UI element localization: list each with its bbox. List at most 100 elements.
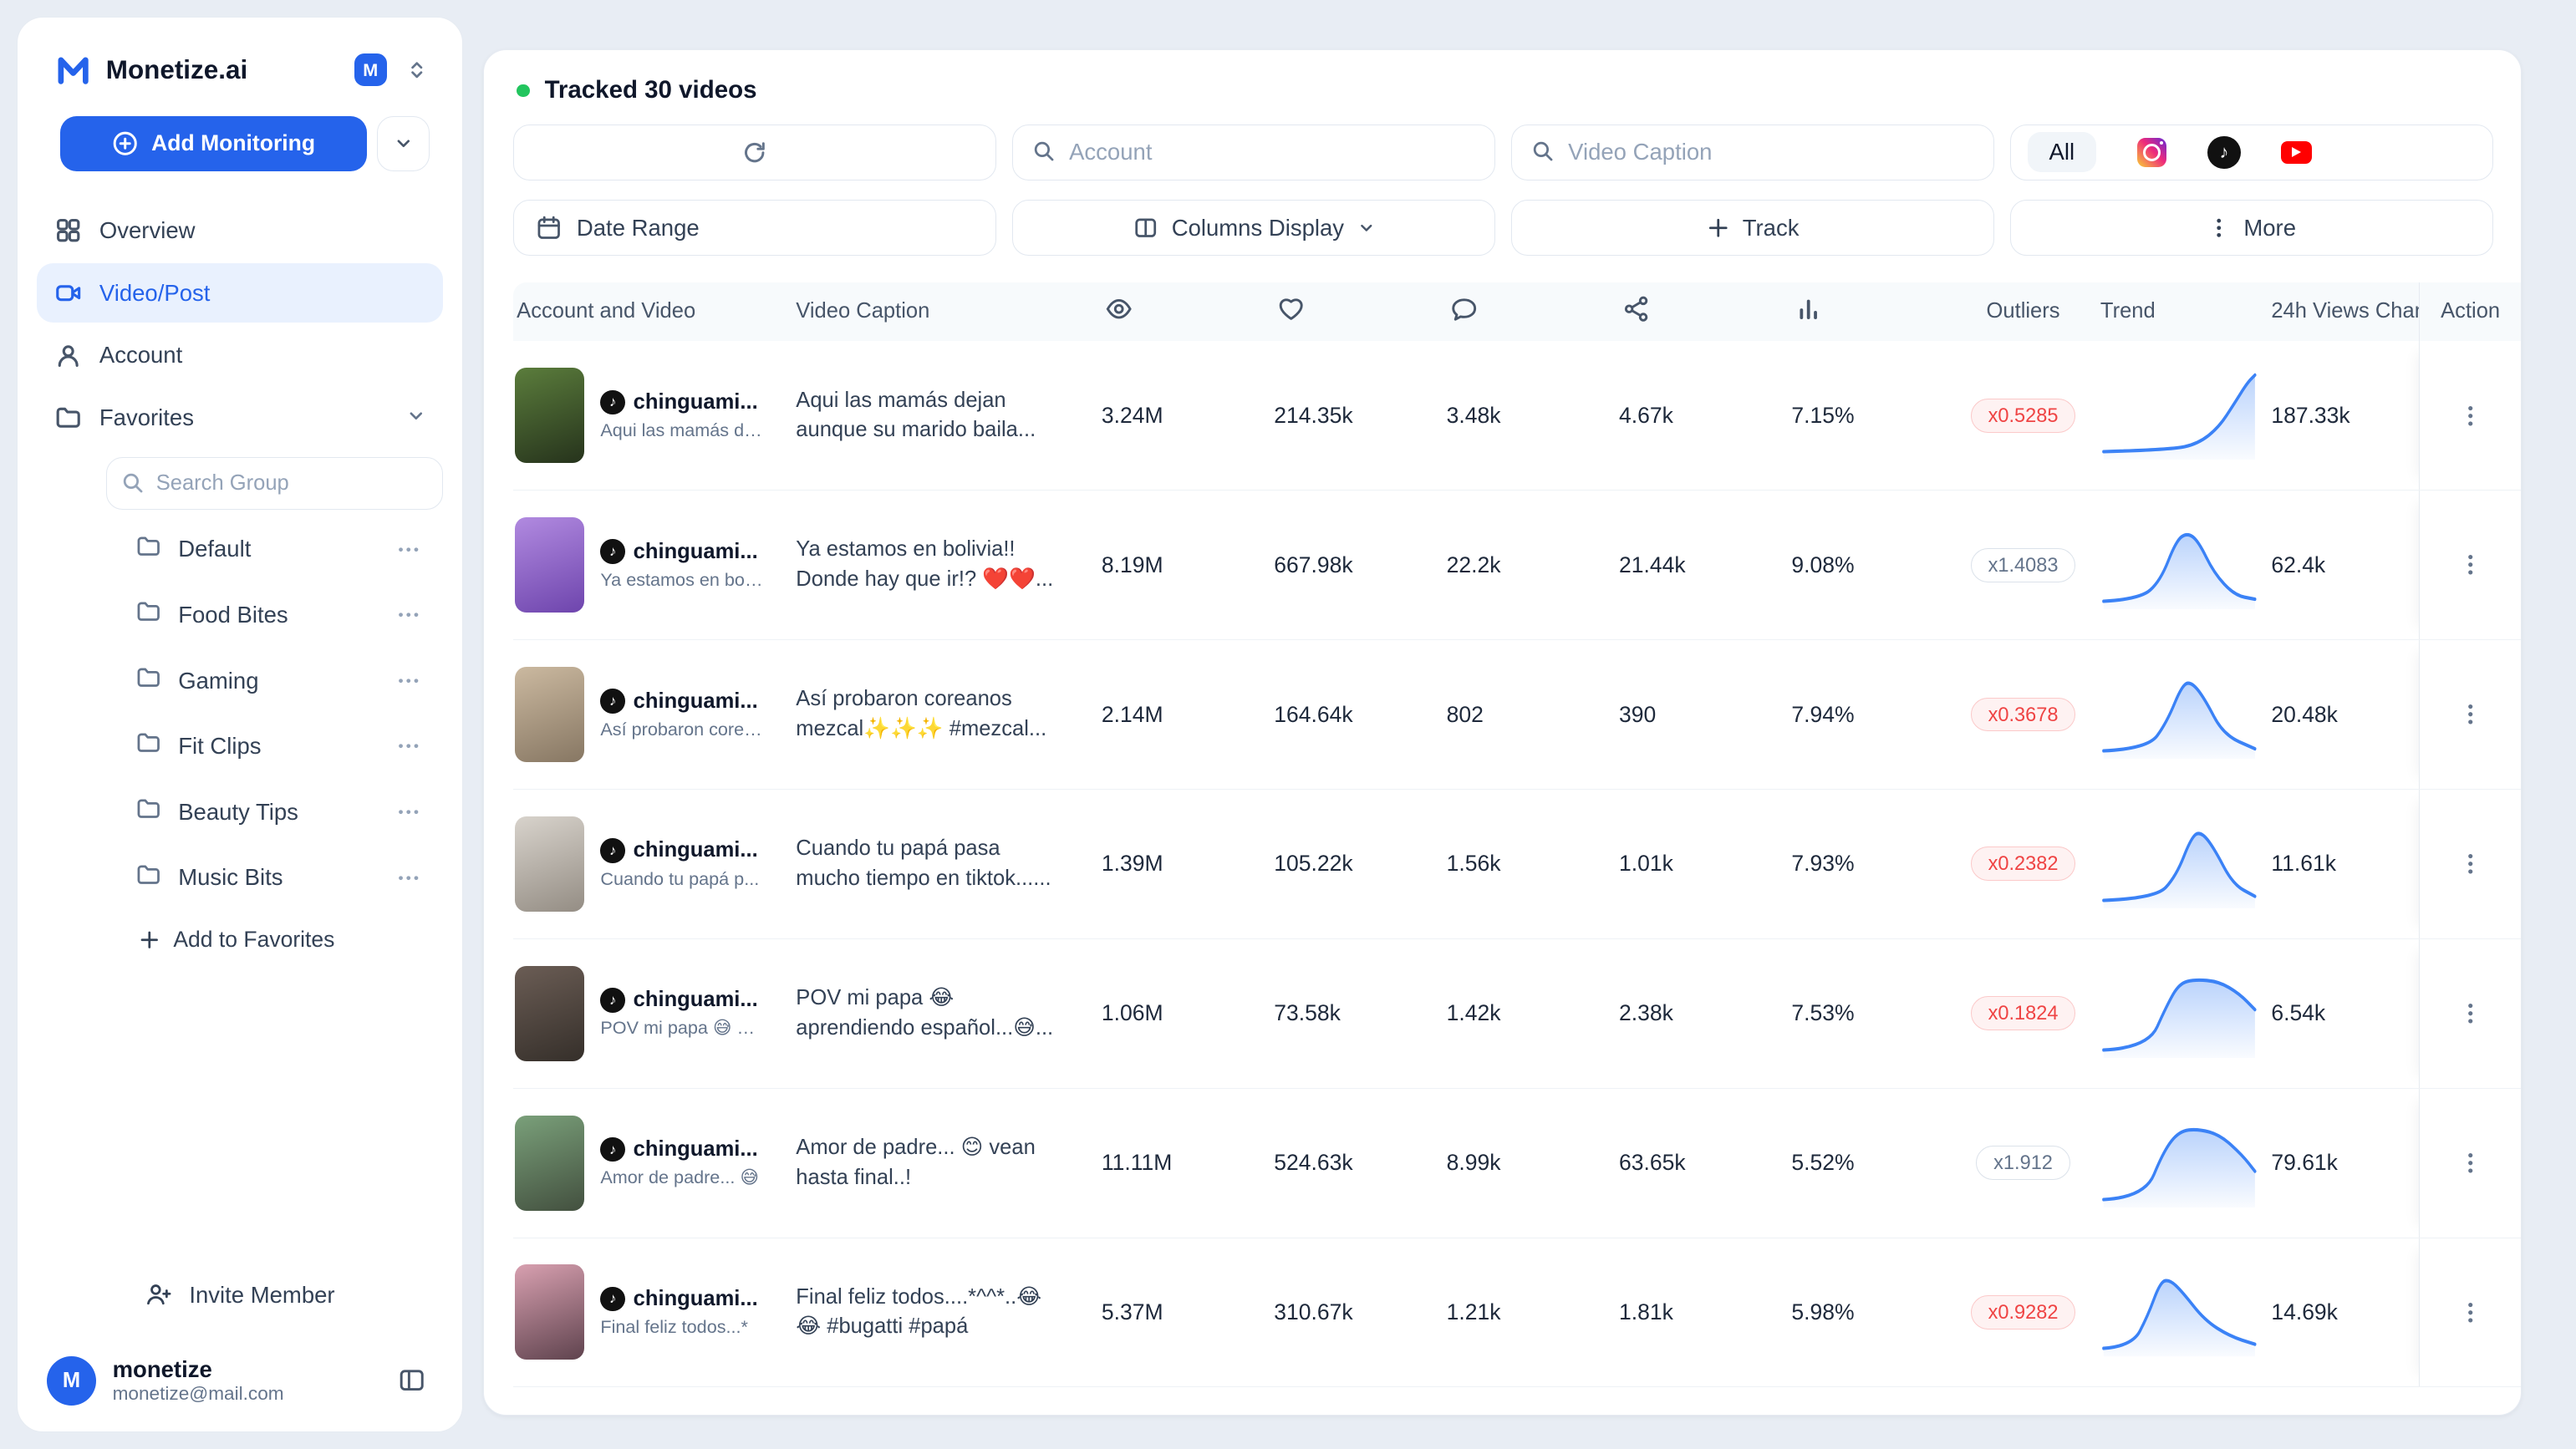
views-value: 1.06M [1098,1000,1270,1026]
sidebar-item-label: Account [99,342,182,369]
folder-icon [135,862,161,894]
app-title: Monetize.ai [106,55,341,85]
video-caption[interactable]: Ya estamos en bolivia!! Donde hay que ir… [792,535,1098,595]
row-actions-button[interactable] [2449,544,2492,587]
date-range-button[interactable]: Date Range [513,200,995,256]
video-thumbnail[interactable] [515,1264,584,1360]
video-caption[interactable]: Amor de padre... 😊 vean hasta final..! [792,1133,1098,1193]
video-caption[interactable]: POV mi papa 😂 aprendiendo español...😅... [792,984,1098,1044]
video-caption[interactable]: Así probaron coreanos mezcal✨✨✨ #mezcal.… [792,684,1098,745]
columns-display-button[interactable]: Columns Display [1012,200,1494,256]
folder-icon [135,664,161,697]
invite-member-button[interactable]: Invite Member [37,1264,442,1327]
video-thumbnail[interactable] [515,1116,584,1211]
group-search-input[interactable] [106,457,443,510]
views-24h-change: 6.54k [2268,1000,2419,1026]
track-button[interactable]: Track [1511,200,1993,256]
action-cell [2419,1089,2517,1238]
group-item-music-bits[interactable]: Music Bits [37,845,442,911]
account-name[interactable]: chinguami... [634,1137,758,1162]
account-name[interactable]: chinguami... [634,838,758,862]
more-button[interactable]: More [2010,200,2492,256]
platform-all-button[interactable]: All [2028,132,2096,172]
account-video-cell: ♪chinguami...Ya estamos en boli... [513,517,792,613]
sidebar-item-overview[interactable]: Overview [37,201,442,261]
group-label: Food Bites [178,602,374,628]
account-video-cell: ♪chinguami...Así probaron corea... [513,667,792,762]
video-subtitle: Ya estamos en boli... [600,569,765,591]
sidebar-item-account[interactable]: Account [37,326,442,385]
invite-member-label: Invite Member [189,1282,334,1309]
add-monitoring-dropdown-button[interactable] [377,116,430,172]
engagement-value: 7.94% [1788,702,1946,728]
group-more-button[interactable] [390,729,426,765]
table-row: ♪chinguami...Amor de padre... 😅Amor de p… [513,1089,2521,1238]
likes-value: 73.58k [1270,1000,1443,1026]
column-outliers: Outliers [1946,299,2097,323]
monetize-logo-icon [53,50,93,89]
chevron-down-icon[interactable] [406,404,426,431]
group-more-button[interactable] [390,860,426,896]
trend-cell [2097,670,2268,759]
workspace-switcher-icon[interactable] [400,53,433,86]
likes-value: 214.35k [1270,403,1443,429]
user-name: monetize [113,1356,374,1383]
row-actions-button[interactable] [2449,394,2492,437]
account-name[interactable]: chinguami... [634,390,758,414]
account-name[interactable]: chinguami... [634,689,758,714]
table-row: ♪chinguami...POV mi papa 😅 ap...POV mi p… [513,939,2521,1089]
row-actions-button[interactable] [2449,992,2492,1035]
group-item-beauty-tips[interactable]: Beauty Tips [37,779,442,845]
account-search-input[interactable] [1013,126,1494,179]
user-card[interactable]: M monetize monetize@mail.com [37,1343,442,1412]
group-more-button[interactable] [390,794,426,830]
tiktok-icon[interactable]: ♪ [2207,136,2240,169]
video-thumbnail[interactable] [515,517,584,613]
date-range-label: Date Range [577,215,700,242]
table-row: ♪chinguami...Final feliz todos...*Final … [513,1238,2521,1388]
row-actions-button[interactable] [2449,842,2492,885]
shares-column-icon [1616,295,1788,328]
group-list: Default Food Bites GamingFit ClipsBeauty T… [37,516,442,911]
trend-cell [2097,1268,2268,1356]
video-thumbnail[interactable] [515,966,584,1061]
group-more-button[interactable] [390,663,426,699]
add-monitoring-button[interactable]: Add Monitoring [60,116,368,172]
group-item-gaming[interactable]: Gaming [37,648,442,714]
group-item-default[interactable]: Default [37,516,442,582]
row-actions-button[interactable] [2449,1141,2492,1184]
group-more-button[interactable] [390,531,426,567]
group-item-fit-clips[interactable]: Fit Clips [37,714,442,780]
account-name[interactable]: chinguami... [634,540,758,564]
row-actions-button[interactable] [2449,693,2492,735]
youtube-icon[interactable] [2280,136,2313,169]
platform-filter: All ♪ [2010,125,2492,180]
video-caption[interactable]: Cuando tu papá pasa mucho tiempo en tikt… [792,834,1098,894]
user-email: monetize@mail.com [113,1383,374,1405]
add-to-favorites-button[interactable]: Add to Favorites [139,927,443,953]
video-caption[interactable]: Aqui las mamás dejan aunque su marido ba… [792,386,1098,446]
action-cell [2419,491,2517,639]
favorites-folder-icon [53,403,83,432]
shares-value: 1.81k [1616,1299,1788,1325]
sidebar-item-video-post[interactable]: Video/Post [37,263,442,323]
engagement-value: 9.08% [1788,552,1946,578]
refresh-filter-box[interactable] [513,125,995,180]
row-actions-button[interactable] [2449,1291,2492,1334]
sidebar-collapse-button[interactable] [390,1360,433,1402]
outlier-badge: x1.4083 [1971,548,2075,582]
video-thumbnail[interactable] [515,816,584,912]
sidebar-item-favorites[interactable]: Favorites [37,389,442,448]
caption-search-input[interactable] [1512,126,1993,179]
video-thumbnail[interactable] [515,667,584,762]
group-item-food-bites[interactable]: Food Bites [37,582,442,648]
group-more-button[interactable] [390,597,426,633]
tracked-count-label: Tracked 30 videos [545,76,757,104]
trend-sparkline [2100,670,2258,759]
video-caption[interactable]: Final feliz todos....*^^*..😂😂 #bugatti #… [792,1283,1098,1343]
account-name[interactable]: chinguami... [634,1287,758,1311]
video-thumbnail[interactable] [515,368,584,463]
account-name[interactable]: chinguami... [634,988,758,1012]
account-video-cell: ♪chinguami...Amor de padre... 😅 [513,1116,792,1211]
instagram-icon[interactable] [2136,136,2168,169]
